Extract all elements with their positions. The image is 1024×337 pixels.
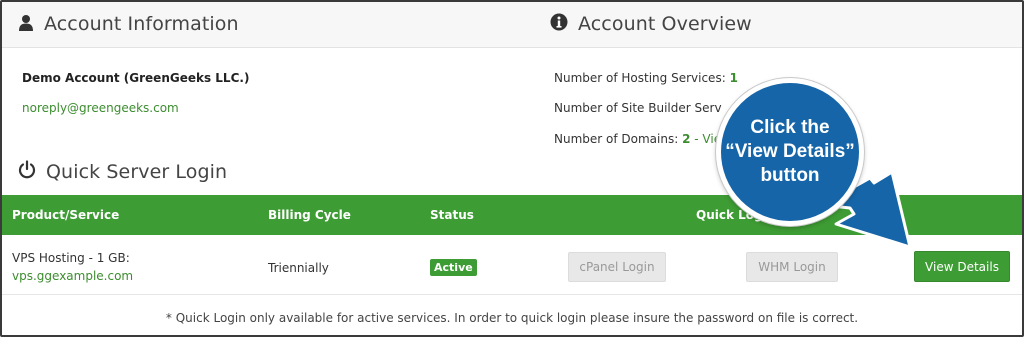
- instruction-callout: Click the “View Details” button: [716, 78, 864, 226]
- callout-arrow: [820, 170, 912, 249]
- callout-text: Click the “View Details” button: [725, 117, 855, 186]
